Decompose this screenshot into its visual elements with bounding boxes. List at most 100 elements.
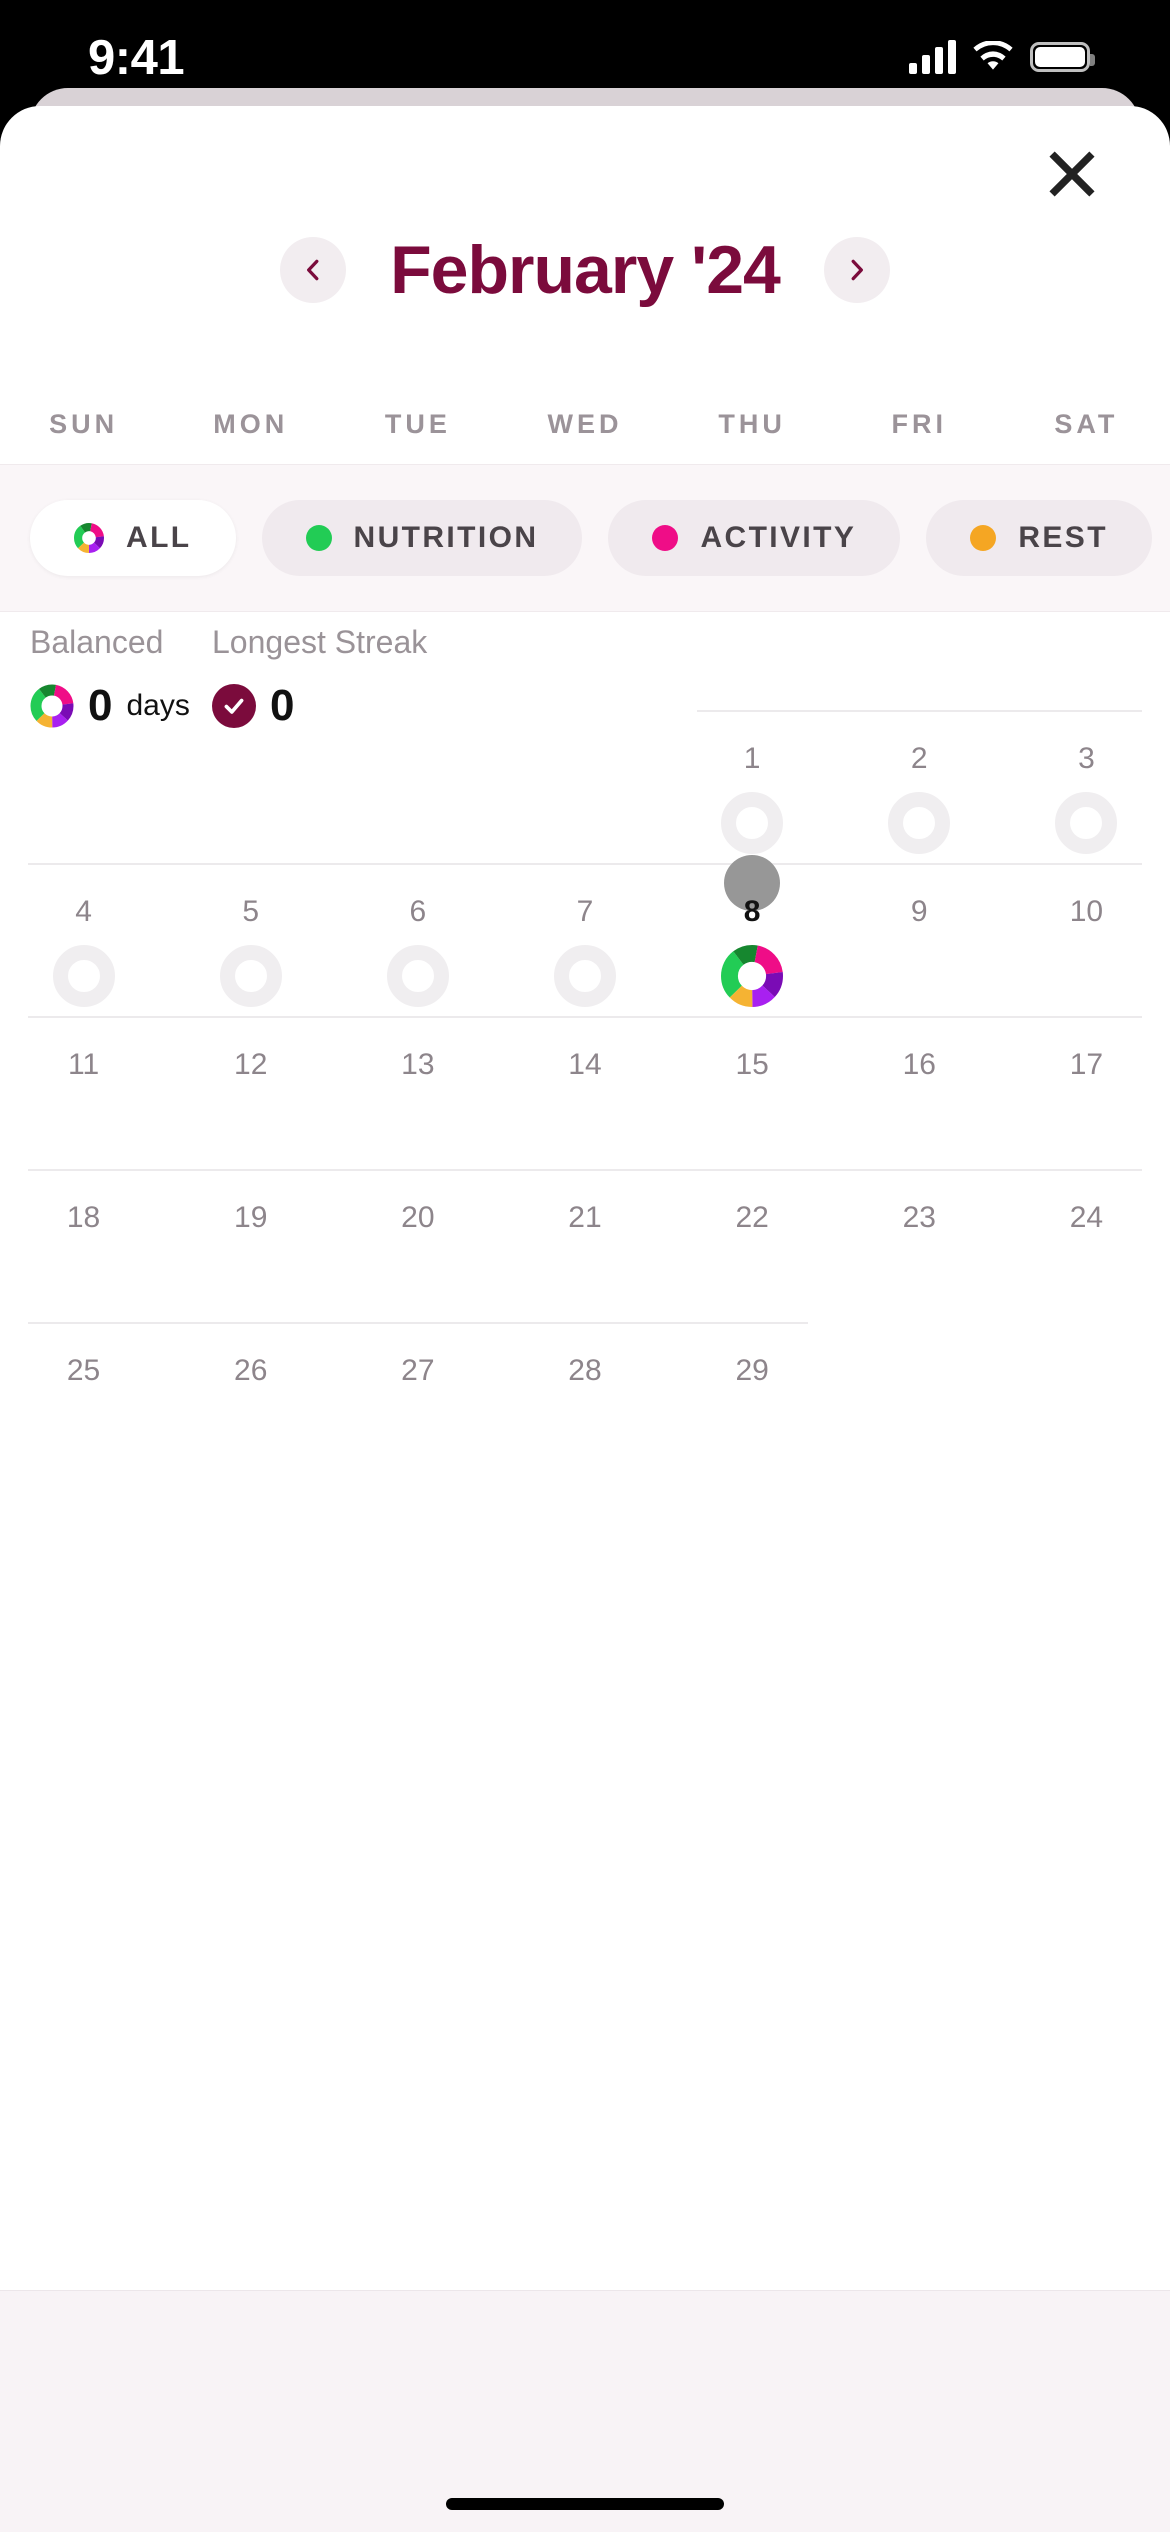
day-progress-ring-empty: [1055, 792, 1118, 854]
weekday-label-wed: WED: [547, 408, 623, 439]
calendar-day-18[interactable]: 18: [0, 1169, 167, 1322]
calendar-day-number: 16: [902, 1048, 936, 1081]
calendar-day-number: 11: [67, 1048, 100, 1081]
filter-chip-label: REST: [1018, 521, 1108, 554]
page-title: February '24: [390, 232, 781, 308]
calendar-day-23[interactable]: 23: [836, 1169, 1003, 1322]
calendar-day-number: 3: [1078, 742, 1095, 775]
calendar-day-20[interactable]: 20: [334, 1169, 501, 1322]
calendar-modal-sheet: February '24 SUN MON TUE WED THU FRI SAT ALL NU…: [0, 106, 1170, 2532]
calendar-day-number: 4: [75, 895, 92, 928]
calendar-day-number: 28: [568, 1354, 602, 1387]
calendar-day-number: 5: [242, 895, 260, 928]
calendar-week-cells: 4 5 6 7 8 9 10: [0, 855, 1170, 1016]
filter-chip-label: NUTRITION: [353, 521, 539, 554]
weekday-label-fri: FRI: [891, 408, 948, 439]
day-progress-ring-empty: [888, 792, 951, 854]
calendar-day-number: 21: [568, 1201, 602, 1234]
weekday-label-sat: SAT: [1054, 408, 1119, 439]
calendar-day-25[interactable]: 25: [0, 1322, 167, 1475]
calendar-day-6[interactable]: 6: [334, 863, 501, 1016]
close-button[interactable]: [1036, 138, 1108, 210]
calendar-day-number: 17: [1069, 1048, 1104, 1081]
calendar-day-21[interactable]: 21: [501, 1169, 668, 1322]
calendar-week-cells: 18 19 20 21 22 23 24: [0, 1169, 1170, 1322]
calendar-day-28[interactable]: 28: [501, 1322, 668, 1475]
calendar-day-number: 29: [735, 1354, 769, 1387]
calendar-day-5[interactable]: 5: [167, 863, 334, 1016]
calendar-day-13[interactable]: 13: [334, 1016, 501, 1169]
calendar-cell-empty: [167, 710, 334, 863]
calendar-week-cells: 1 2 3: [0, 710, 1170, 863]
calendar-week-cells: 25 26 27 28 29: [0, 1322, 1170, 1475]
month-navigator: February '24: [0, 210, 1170, 330]
calendar-week-row: 18 19 20 21 22 23 24: [0, 1169, 1170, 1322]
calendar-day-26[interactable]: 26: [167, 1322, 334, 1475]
dot-icon: [305, 525, 332, 551]
multicolor-ring-icon: [74, 523, 104, 553]
calendar-grid[interactable]: 1 2 3 4 5 6 7 8 9 10 11 12 13 14 15 16 17 18 19 20 21 22 23 24 2…: [0, 710, 1170, 1475]
calendar-week-row: 25 26 27 28 29: [0, 1322, 1170, 1475]
battery-icon: [1030, 42, 1095, 72]
calendar-day-14[interactable]: 14: [501, 1016, 668, 1169]
day-progress-ring-empty: [721, 792, 784, 854]
calendar-cell-empty: [501, 710, 668, 863]
weekday-label-tue: TUE: [384, 408, 451, 439]
stat-label: Longest Streak: [212, 624, 428, 660]
next-month-button[interactable]: [823, 237, 890, 303]
day-progress-ring-filled: [721, 945, 784, 1007]
calendar-day-15[interactable]: 15: [669, 1016, 836, 1169]
calendar-day-number: 23: [902, 1201, 936, 1234]
calendar-day-3[interactable]: 3: [1003, 710, 1170, 863]
calendar-day-27[interactable]: 27: [334, 1322, 501, 1475]
calendar-day-9[interactable]: 9: [836, 863, 1003, 1016]
dot-icon: [970, 525, 997, 551]
calendar-day-19[interactable]: 19: [167, 1169, 334, 1322]
calendar-day-number: 13: [401, 1048, 435, 1081]
calendar-day-number: 24: [1069, 1201, 1104, 1234]
day-progress-ring-empty: [52, 945, 115, 1007]
status-bar-indicators: [909, 40, 1095, 74]
calendar-cell-empty: [836, 1322, 1003, 1475]
calendar-day-24[interactable]: 24: [1003, 1169, 1170, 1322]
chevron-right-icon: [851, 259, 863, 281]
calendar-day-17[interactable]: 17: [1003, 1016, 1170, 1169]
category-filter-bar[interactable]: ALL NUTRITION ACTIVITY REST: [0, 464, 1170, 612]
filter-chip-label: ACTIVITY: [700, 521, 857, 554]
calendar-day-7[interactable]: 7: [501, 863, 668, 1016]
filter-chip-rest[interactable]: REST: [926, 500, 1152, 576]
calendar-day-number: 26: [234, 1354, 268, 1387]
calendar-day-number: 19: [234, 1201, 268, 1234]
day-progress-ring-empty: [219, 945, 282, 1007]
calendar-day-29[interactable]: 29: [669, 1322, 836, 1475]
calendar-day-10[interactable]: 10: [1003, 863, 1170, 1016]
day-progress-ring-empty: [553, 945, 616, 1007]
calendar-day-8[interactable]: 8: [669, 855, 836, 1016]
calendar-day-number: 20: [401, 1201, 435, 1234]
calendar-day-22[interactable]: 22: [669, 1169, 836, 1322]
close-icon: [1049, 151, 1095, 197]
calendar-day-number: 8: [743, 895, 761, 928]
cellular-signal-icon: [909, 40, 956, 74]
calendar-day-number: 27: [401, 1354, 435, 1387]
calendar-day-11[interactable]: 11: [0, 1016, 167, 1169]
dot-icon: [652, 525, 679, 551]
calendar-day-number: 2: [910, 742, 928, 775]
stat-label: Balanced: [30, 624, 164, 660]
filter-chip-activity[interactable]: ACTIVITY: [608, 500, 901, 576]
calendar-day-4[interactable]: 4: [0, 863, 167, 1016]
previous-month-button[interactable]: [280, 237, 347, 303]
calendar-day-1[interactable]: 1: [669, 710, 836, 863]
calendar-day-12[interactable]: 12: [167, 1016, 334, 1169]
calendar-day-number: 25: [66, 1354, 101, 1387]
weekday-label-sun: SUN: [49, 408, 119, 439]
filter-chip-all[interactable]: ALL: [30, 500, 236, 576]
calendar-week-cells: 11 12 13 14 15 16 17: [0, 1016, 1170, 1169]
calendar-day-number: 15: [735, 1048, 769, 1081]
calendar-cell-empty: [1003, 1322, 1170, 1475]
filter-chip-nutrition[interactable]: NUTRITION: [261, 500, 583, 576]
calendar-day-number: 22: [735, 1201, 769, 1234]
calendar-day-16[interactable]: 16: [836, 1016, 1003, 1169]
chevron-left-icon: [307, 259, 319, 281]
calendar-day-2[interactable]: 2: [836, 710, 1003, 863]
